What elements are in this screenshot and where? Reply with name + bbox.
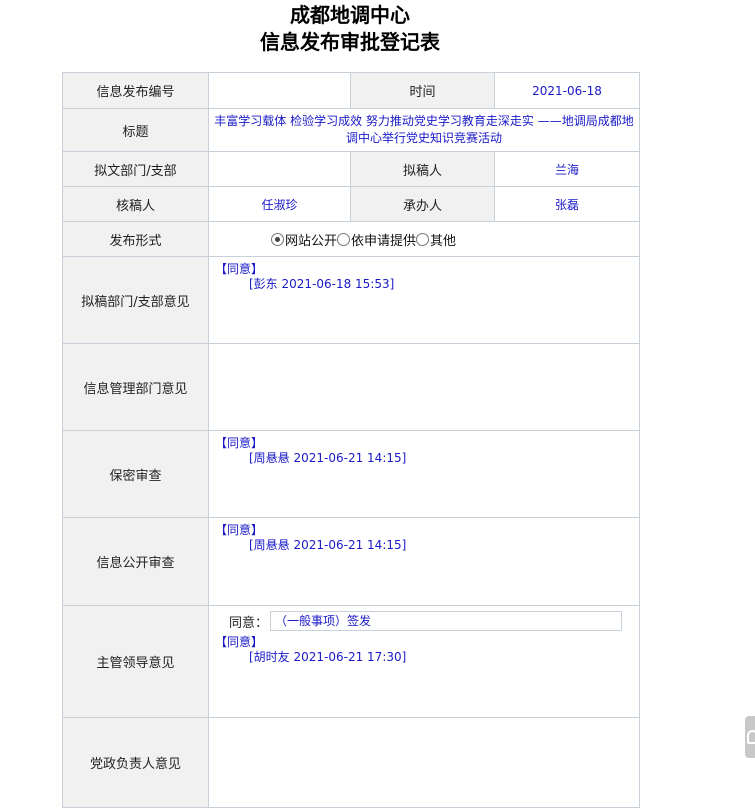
handler-value: 张磊	[494, 186, 640, 222]
opinion-signature: [周悬悬 2021-06-21 14:15]	[249, 451, 407, 465]
row-publish-form: 发布形式 网站公开 依申请提供 其他	[62, 221, 640, 257]
publish-form-options: 网站公开 依申请提供 其他	[208, 221, 640, 257]
opinion-signature: [彭东 2021-06-18 15:53]	[249, 277, 395, 291]
row-draft-dept-opinion: 拟稿部门/支部意见 【同意】 [彭东 2021-06-18 15:53]	[62, 256, 640, 344]
agree-label: 同意：	[229, 615, 269, 631]
opinion-status: 【同意】	[215, 523, 264, 537]
title-label: 标题	[62, 108, 209, 152]
page-title-block: 成都地调中心 信息发布审批登记表	[0, 2, 700, 56]
disclosure-review-label: 信息公开审查	[62, 517, 209, 606]
secrecy-review-opinion: 【同意】 [周悬悬 2021-06-21 14:15]	[208, 430, 640, 518]
radio-unchecked-icon[interactable]	[416, 232, 430, 246]
disclosure-review-opinion: 【同意】 [周悬悬 2021-06-21 14:15]	[208, 517, 640, 606]
info-no-label: 信息发布编号	[62, 72, 209, 109]
agree-input[interactable]: （一般事项）签发	[270, 611, 623, 631]
row-info-mgmt-opinion: 信息管理部门意见	[62, 343, 640, 431]
row-disclosure-review: 信息公开审查 【同意】 [周悬悬 2021-06-21 14:15]	[62, 517, 640, 606]
title-value: 丰富学习载体 检验学习成效 努力推动党史学习教育走深走实 ——地调局成都地调中心…	[208, 108, 640, 152]
party-leader-opinion	[208, 717, 640, 808]
radio-checked-icon[interactable]	[271, 232, 284, 246]
opinion-status: 【同意】	[215, 436, 264, 450]
draft-dept-opinion: 【同意】 [彭东 2021-06-18 15:53]	[208, 256, 640, 344]
row-secrecy-review: 保密审查 【同意】 [周悬悬 2021-06-21 14:15]	[62, 430, 640, 518]
info-no-value	[208, 72, 351, 109]
row-party-leader-opinion: 党政负责人意见	[62, 717, 640, 808]
info-mgmt-opinion	[208, 343, 640, 431]
row-title: 标题 丰富学习载体 检验学习成效 努力推动党史学习教育走深走实 ——地调局成都地…	[62, 108, 640, 152]
radio-option-on-request[interactable]: 依申请提供	[337, 232, 417, 249]
radio-option-label: 网站公开	[285, 233, 338, 249]
radio-option-other[interactable]: 其他	[416, 232, 457, 249]
radio-option-label: 依申请提供	[351, 233, 417, 249]
time-value: 2021-06-18	[494, 72, 640, 109]
time-label: 时间	[350, 72, 495, 109]
info-mgmt-opinion-label: 信息管理部门意见	[62, 343, 209, 431]
reviewer-value: 任淑珍	[208, 186, 351, 222]
dept-value	[208, 151, 351, 187]
row-dept: 拟文部门/支部 拟稿人 兰海	[62, 151, 640, 187]
leader-opinion-label: 主管领导意见	[62, 605, 209, 718]
page-title-form: 信息发布审批登记表	[260, 30, 440, 54]
row-reviewer: 核稿人 任淑珍 承办人 张磊	[62, 186, 640, 222]
radio-option-label: 其他	[430, 233, 457, 249]
agree-row: 同意： （一般事项）签发	[229, 611, 633, 631]
dept-label: 拟文部门/支部	[62, 151, 209, 187]
opinion-signature: [周悬悬 2021-06-21 14:15]	[249, 538, 407, 552]
drafter-label: 拟稿人	[350, 151, 495, 187]
radio-option-website[interactable]: 网站公开	[271, 232, 338, 249]
leader-opinion: 同意： （一般事项）签发 【同意】 [胡时友 2021-06-21 17:30]	[208, 605, 640, 718]
row-info-no: 信息发布编号 时间 2021-06-18	[62, 72, 640, 109]
handler-label: 承办人	[350, 186, 495, 222]
draft-dept-opinion-label: 拟稿部门/支部意见	[62, 256, 209, 344]
page-title-org: 成都地调中心	[290, 3, 410, 27]
reviewer-label: 核稿人	[62, 186, 209, 222]
float-widget-icon	[747, 730, 755, 744]
party-leader-opinion-label: 党政负责人意见	[62, 717, 209, 808]
radio-unchecked-icon[interactable]	[337, 232, 351, 246]
publish-form-label: 发布形式	[62, 221, 209, 257]
row-leader-opinion: 主管领导意见 同意： （一般事项）签发 【同意】 [胡时友 2021-06-21…	[62, 605, 640, 718]
drafter-value: 兰海	[494, 151, 640, 187]
secrecy-review-label: 保密审查	[62, 430, 209, 518]
side-float-widget[interactable]	[745, 716, 755, 758]
opinion-status: 【同意】	[215, 635, 264, 649]
opinion-status: 【同意】	[215, 262, 264, 276]
approval-form-table: 信息发布编号 时间 2021-06-18 标题 丰富学习载体 检验学习成效 努力…	[62, 72, 640, 808]
opinion-signature: [胡时友 2021-06-21 17:30]	[249, 650, 407, 664]
